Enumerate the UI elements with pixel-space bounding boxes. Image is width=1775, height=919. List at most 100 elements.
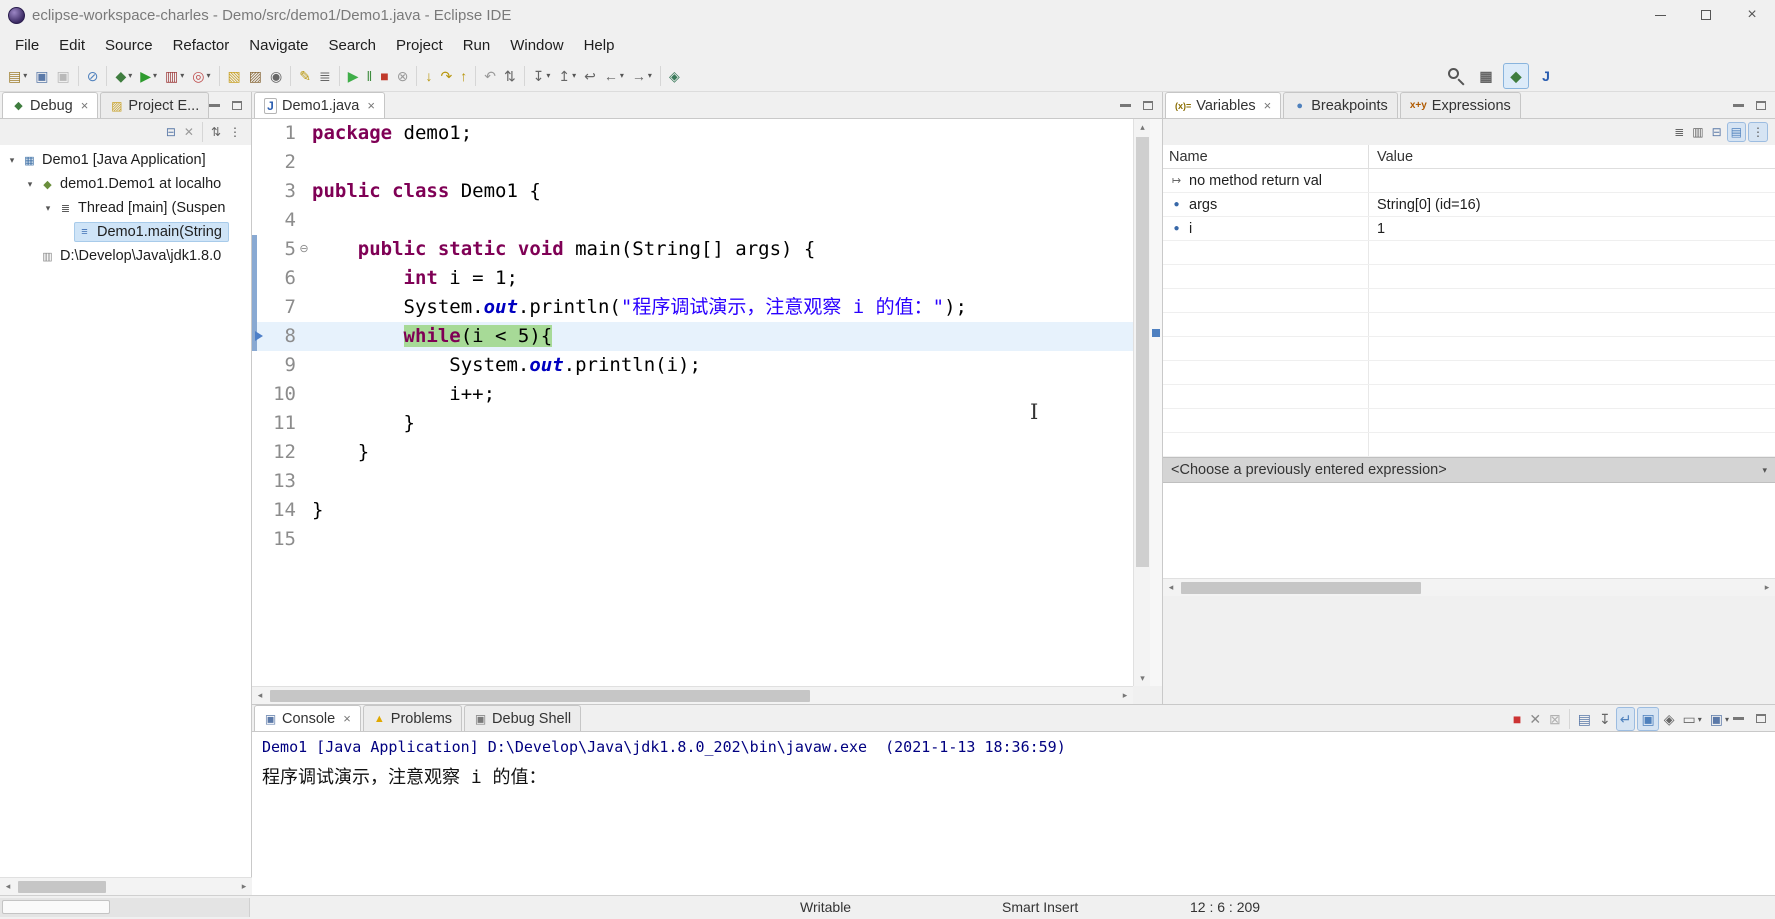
code-line[interactable]: 9 System.out.println(i);	[252, 351, 1133, 380]
editor-horizontal-scrollbar[interactable]: ◂ ▸	[252, 686, 1133, 704]
pin-console-icon[interactable]: ◈	[1661, 707, 1678, 731]
scroll-left-icon[interactable]: ◂	[252, 687, 268, 704]
expander-icon[interactable]: ▾	[22, 179, 38, 190]
variables-row[interactable]: ●i1	[1163, 217, 1775, 241]
tab-expressions[interactable]: x+yExpressions	[1400, 92, 1521, 118]
console-output-area[interactable]: Demo1 [Java Application] D:\Develop\Java…	[252, 732, 1775, 895]
skip-all-breakpoints-icon[interactable]: ⊘	[84, 64, 102, 88]
scroll-thumb[interactable]	[2, 900, 110, 914]
current-line-marker[interactable]	[1152, 329, 1160, 337]
menu-help[interactable]: Help	[574, 33, 625, 58]
step-into-icon[interactable]: ↓	[422, 64, 435, 88]
tab-breakpoints[interactable]: ●Breakpoints	[1283, 92, 1398, 118]
menu-source[interactable]: Source	[95, 33, 163, 58]
minimize-window-button[interactable]	[1637, 0, 1683, 30]
editor-vertical-scrollbar[interactable]: ▴ ▾	[1133, 119, 1150, 686]
code-line[interactable]: 2	[252, 148, 1133, 177]
tree-item[interactable]: ▾▦Demo1 [Java Application]	[0, 148, 251, 172]
scroll-down-icon[interactable]: ▾	[1134, 670, 1151, 686]
search-icon[interactable]: ◉	[267, 64, 285, 88]
code-line[interactable]: 14}	[252, 496, 1133, 525]
menu-file[interactable]: File	[5, 33, 49, 58]
close-tab-icon[interactable]: ×	[343, 711, 351, 726]
new-wizard-icon[interactable]: ▤▾	[5, 64, 30, 88]
drop-to-frame-icon[interactable]: ↶	[481, 64, 499, 88]
remove-all-launches-icon[interactable]: ⊠	[1546, 707, 1564, 731]
back-icon[interactable]: ←▾	[601, 64, 627, 88]
remove-launch-icon[interactable]: ✕	[1526, 707, 1544, 731]
fold-collapse-icon[interactable]: ⊖	[296, 235, 312, 264]
view-menu-icon[interactable]: ⋮	[226, 122, 244, 142]
toggle-mark-occurrences-icon[interactable]: ✎	[296, 64, 314, 88]
save-all-icon[interactable]: ▣	[53, 64, 72, 88]
minimize-panel-button[interactable]	[209, 104, 220, 107]
menu-run[interactable]: Run	[453, 33, 501, 58]
tab-demo1-java[interactable]: J Demo1.java ×	[254, 92, 385, 118]
maximize-panel-button[interactable]	[232, 101, 242, 110]
close-tab-icon[interactable]: ×	[1264, 98, 1272, 113]
variables-horizontal-scrollbar[interactable]: ◂ ▸	[1163, 578, 1775, 596]
menu-search[interactable]: Search	[318, 33, 386, 58]
previous-annotation-icon[interactable]: ↥▾	[555, 64, 579, 88]
tree-item[interactable]: ▾◆demo1.Demo1 at localho	[0, 172, 251, 196]
menu-project[interactable]: Project	[386, 33, 453, 58]
scroll-thumb[interactable]	[1136, 137, 1149, 567]
tab-problems[interactable]: ▲Problems	[363, 705, 462, 731]
run-external-tools-icon[interactable]: ◎▾	[189, 64, 213, 88]
java-perspective-button[interactable]: J	[1533, 63, 1559, 89]
minimize-panel-button[interactable]	[1733, 717, 1744, 720]
next-annotation-icon[interactable]: ↧▾	[530, 64, 554, 88]
tab-debug[interactable]: ◆Debug×	[2, 92, 98, 118]
scroll-left-icon[interactable]: ◂	[1163, 579, 1179, 596]
pin-editor-icon[interactable]: ◈	[666, 64, 683, 88]
disconnect-icon[interactable]: ⊗	[394, 64, 412, 88]
close-tab-icon[interactable]: ×	[81, 98, 89, 113]
open-console-icon[interactable]: ▣▾	[1707, 707, 1732, 731]
suspend-icon[interactable]: ‖	[363, 64, 375, 88]
overview-ruler[interactable]	[1150, 119, 1162, 686]
new-java-project-icon[interactable]: ▧	[225, 64, 244, 88]
toggle-breadcrumb-icon[interactable]: ≣	[316, 64, 334, 88]
variables-row[interactable]: ↦no method return val	[1163, 169, 1775, 193]
close-tab-icon[interactable]: ×	[367, 98, 375, 113]
tree-item[interactable]: ≡Demo1.main(String	[0, 220, 251, 244]
code-line[interactable]: 4	[252, 206, 1133, 235]
coverage-icon[interactable]: ▥▾	[162, 64, 187, 88]
scroll-right-icon[interactable]: ▸	[236, 878, 252, 895]
maximize-window-button[interactable]	[1683, 0, 1729, 30]
debug-horizontal-scrollbar[interactable]: ◂ ▸	[0, 877, 252, 895]
collapse-all-icon[interactable]: ⊟	[163, 122, 179, 142]
show-logical-structures-icon[interactable]: ▥	[1689, 122, 1706, 142]
terminate-icon[interactable]: ■	[377, 64, 391, 88]
menu-refactor[interactable]: Refactor	[163, 33, 240, 58]
last-edit-location-icon[interactable]: ↩	[581, 64, 599, 88]
menu-navigate[interactable]: Navigate	[239, 33, 318, 58]
code-editor[interactable]: 1package demo1;23public class Demo1 {45⊖…	[252, 119, 1133, 686]
code-line[interactable]: 12 }	[252, 438, 1133, 467]
maximize-panel-button[interactable]	[1756, 714, 1766, 723]
remove-all-terminated-icon[interactable]: ✕	[181, 122, 197, 142]
statusbar-scrollbar[interactable]	[0, 898, 250, 917]
code-line[interactable]: 5⊖ public static void main(String[] args…	[252, 235, 1133, 264]
tab-variables[interactable]: (x)=Variables×	[1165, 92, 1281, 118]
use-step-filters-icon[interactable]: ⇅	[501, 64, 519, 88]
code-line[interactable]: 6 int i = 1;	[252, 264, 1133, 293]
column-header-value[interactable]: Value	[1369, 145, 1775, 168]
scroll-lock-icon[interactable]: ↧	[1596, 707, 1614, 731]
menu-edit[interactable]: Edit	[49, 33, 95, 58]
debug-filters-icon[interactable]: ⇅	[208, 122, 224, 142]
resume-icon[interactable]: ▶	[345, 64, 362, 88]
column-header-name[interactable]: Name	[1163, 145, 1369, 168]
code-line[interactable]: 7 System.out.println("程序调试演示，注意观察 i 的值："…	[252, 293, 1133, 322]
show-type-names-icon[interactable]: ≣	[1671, 122, 1687, 142]
step-return-icon[interactable]: ↑	[457, 64, 470, 88]
expression-combo[interactable]: <Choose a previously entered expression>…	[1163, 457, 1775, 483]
code-line[interactable]: 8 while(i < 5){	[252, 322, 1133, 351]
open-perspective-button[interactable]: ▦	[1473, 63, 1499, 89]
terminate-icon[interactable]: ■	[1510, 707, 1524, 731]
menu-window[interactable]: Window	[500, 33, 573, 58]
scroll-thumb[interactable]	[1181, 582, 1421, 594]
scroll-left-icon[interactable]: ◂	[0, 878, 16, 895]
code-line[interactable]: 13	[252, 467, 1133, 496]
view-menu-icon[interactable]: ⋮	[1748, 122, 1768, 142]
